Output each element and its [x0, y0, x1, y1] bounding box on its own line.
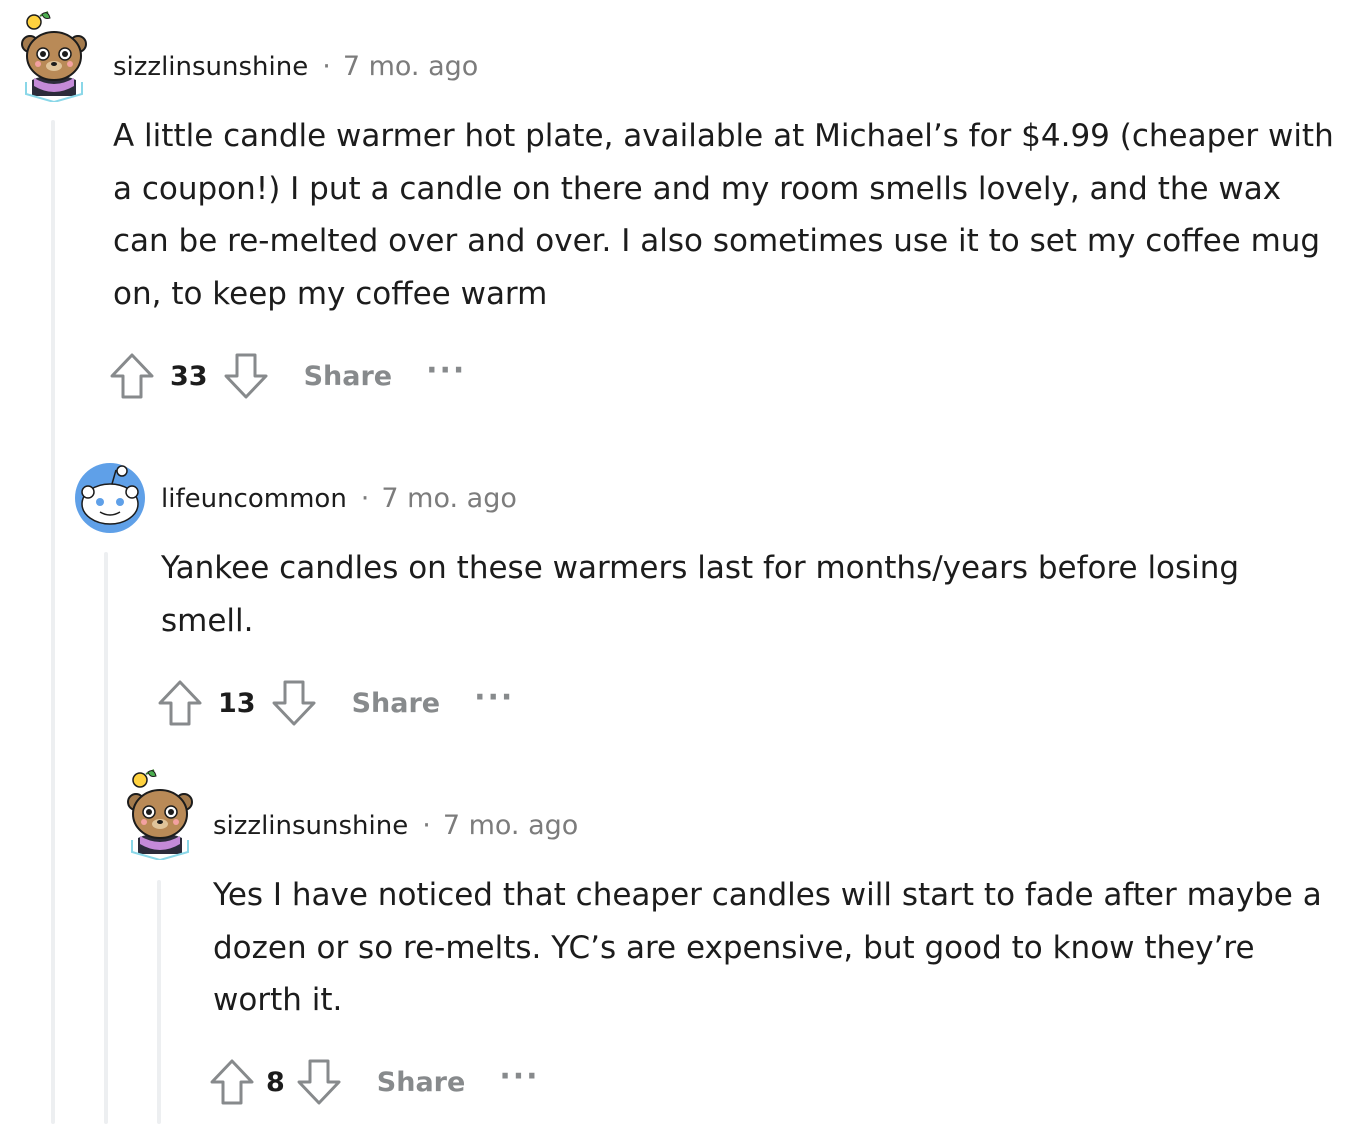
meta-separator: ·	[360, 483, 370, 514]
meta-separator: ·	[322, 51, 331, 82]
downvote-icon	[297, 1059, 341, 1105]
upvote-button[interactable]	[208, 1058, 256, 1106]
timestamp[interactable]: 7 mo. ago	[343, 51, 478, 82]
downvote-button[interactable]	[295, 1058, 343, 1106]
downvote-button[interactable]	[222, 352, 270, 400]
author-link[interactable]: lifeuncommon	[161, 484, 347, 514]
share-button[interactable]: Share	[352, 688, 441, 719]
more-options-button[interactable]: ···	[499, 1059, 539, 1094]
downvote-icon	[272, 680, 316, 726]
author-link[interactable]: sizzlinsunshine	[213, 811, 408, 841]
author-link[interactable]: sizzlinsunshine	[113, 52, 308, 82]
vote-score: 13	[218, 687, 256, 719]
snoo-avatar-icon[interactable]	[72, 460, 148, 536]
timestamp[interactable]: 7 mo. ago	[443, 810, 578, 841]
upvote-button[interactable]	[156, 679, 204, 727]
bear-avatar-icon[interactable]	[18, 10, 90, 104]
comment-body: A little candle warmer hot plate, availa…	[113, 118, 1334, 312]
share-button[interactable]: Share	[377, 1067, 466, 1098]
upvote-button[interactable]	[108, 352, 156, 400]
vote-score: 8	[266, 1066, 285, 1098]
more-options-button[interactable]: ···	[426, 353, 466, 388]
thread-line-level-1[interactable]	[51, 120, 55, 1124]
comment-actions: 13 Share ···	[156, 679, 514, 727]
more-options-button[interactable]: ···	[474, 680, 514, 715]
comment-meta: sizzlinsunshine · 7 mo. ago	[113, 50, 478, 84]
downvote-button[interactable]	[270, 679, 318, 727]
bear-avatar-icon[interactable]	[124, 768, 196, 862]
timestamp[interactable]: 7 mo. ago	[381, 483, 516, 514]
comment-body: Yes I have noticed that cheaper candles …	[213, 877, 1322, 1018]
comment-actions: 33 Share ···	[108, 352, 466, 400]
upvote-icon	[110, 353, 154, 399]
meta-separator: ·	[422, 810, 431, 841]
upvote-icon	[158, 680, 202, 726]
comment-actions: 8 Share ···	[208, 1058, 540, 1106]
comment-body: Yankee candles on these warmers last for…	[161, 550, 1240, 639]
vote-score: 33	[170, 360, 208, 392]
downvote-icon	[224, 353, 268, 399]
thread-line-level-3[interactable]	[157, 880, 161, 1124]
thread-line-level-2[interactable]	[104, 552, 108, 1124]
upvote-icon	[210, 1059, 254, 1105]
share-button[interactable]: Share	[304, 361, 393, 392]
comment-meta: lifeuncommon · 7 mo. ago	[161, 482, 517, 516]
comment-meta: sizzlinsunshine · 7 mo. ago	[213, 809, 578, 843]
